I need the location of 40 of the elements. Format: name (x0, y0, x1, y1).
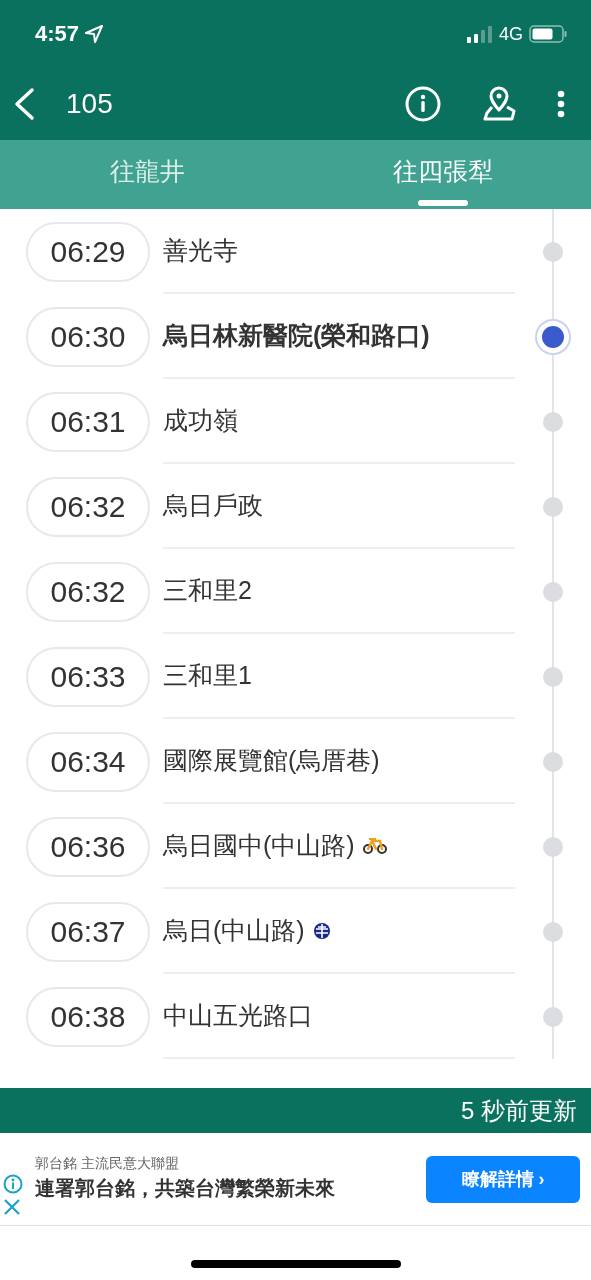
learn-more-button[interactable]: 瞭解詳情 › (426, 1155, 580, 1203)
stop-name: 三和里2 (163, 575, 252, 606)
time-chip: 06:34 (26, 731, 150, 792)
clock: 4:57 (35, 21, 80, 47)
more-button[interactable] (557, 90, 565, 118)
time-chip: 06:37 (26, 901, 150, 962)
bicycle-icon (362, 837, 387, 854)
stop-name: 烏日林新醫院(榮和路口) (163, 320, 430, 351)
time-chip: 06:29 (26, 221, 150, 282)
update-status: 5 秒前更新 (461, 1095, 577, 1126)
stop-name: 烏日國中(中山路) (163, 830, 355, 861)
stop-name: 善光寺 (163, 235, 238, 266)
ad-headline: 連署郭台銘，共築台灣繁榮新未來 (35, 1176, 336, 1201)
stop-name: 烏日戶政 (163, 490, 263, 521)
stop-name: 成功嶺 (163, 405, 238, 436)
info-button[interactable] (405, 86, 441, 122)
time-chip: 06:38 (26, 986, 150, 1047)
time-chip: 06:32 (26, 476, 150, 537)
map-button[interactable] (481, 86, 517, 122)
direction-tab[interactable]: 往四張犁 (295, 140, 591, 209)
railway-icon (312, 921, 331, 940)
time-chip: 06:33 (26, 646, 150, 707)
direction-tab[interactable]: 往龍井 (0, 140, 296, 209)
time-chip: 06:36 (26, 816, 150, 877)
stop-name: 三和里1 (163, 660, 252, 691)
battery-icon (529, 25, 567, 43)
network-label: 4G (499, 23, 523, 45)
back-button[interactable] (12, 87, 36, 121)
stop-name: 烏日(中山路) (163, 915, 305, 946)
time-chip: 06:31 (26, 391, 150, 452)
time-chip: 06:32 (26, 561, 150, 622)
stop-name: 中山五光路口 (163, 1000, 313, 1031)
location-arrow-icon (84, 24, 105, 44)
route-number: 105 (66, 88, 113, 120)
time-chip: 06:30 (26, 306, 150, 367)
stop-name: 國際展覽館(烏厝巷) (163, 745, 380, 776)
signal-icon (467, 25, 493, 43)
advertiser-name: 郭台銘 主流民意大聯盟 (35, 1155, 180, 1173)
info-icon[interactable] (3, 1174, 23, 1194)
close-icon[interactable] (3, 1198, 21, 1216)
